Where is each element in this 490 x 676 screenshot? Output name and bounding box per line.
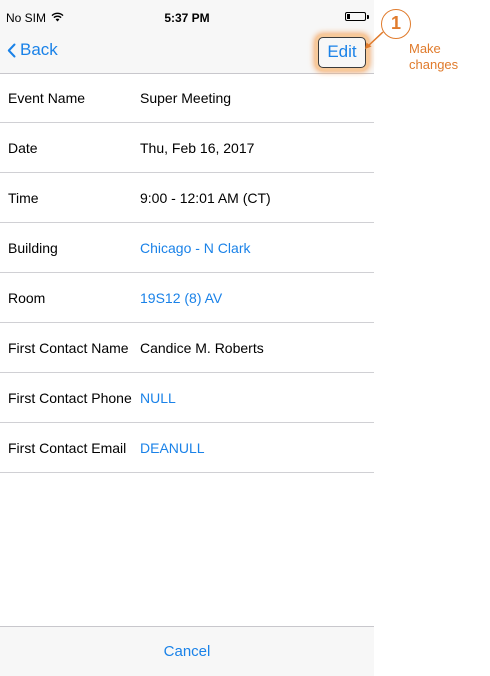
phone-screen: No SIM 5:37 PM Back Edit Event Name Supe… (0, 0, 374, 676)
callout-line: changes (409, 57, 459, 72)
building-link[interactable]: Chicago - N Clark (140, 240, 250, 256)
row-label: First Contact Name (8, 340, 129, 356)
callout-number-badge: 1 (381, 9, 411, 39)
detail-row: Event Name Super Meeting (0, 73, 374, 123)
row-value: Thu, Feb 16, 2017 (140, 140, 255, 156)
detail-row: Date Thu, Feb 16, 2017 (0, 123, 374, 173)
callout-arrow-icon (365, 31, 384, 49)
chevron-left-icon (7, 43, 16, 58)
bottom-toolbar: Cancel (0, 626, 374, 676)
detail-row: First Contact Phone NULL (0, 373, 374, 423)
back-label: Back (20, 40, 58, 59)
status-bar: No SIM 5:37 PM (0, 0, 374, 32)
detail-row: Room 19S12 (8) AV (0, 273, 374, 323)
detail-row: Time 9:00 - 12:01 AM (CT) (0, 173, 374, 223)
row-label: First Contact Email (8, 440, 127, 456)
email-link[interactable]: DEANULL (140, 440, 205, 456)
row-value: 9:00 - 12:01 AM (CT) (140, 190, 271, 206)
row-label: Building (8, 240, 58, 256)
row-label: Event Name (8, 90, 86, 106)
row-value: Super Meeting (140, 90, 232, 106)
callout-line: Make (409, 41, 441, 56)
row-label: Time (8, 190, 39, 206)
navigation-bar: Back Edit (0, 32, 374, 74)
phone-link[interactable]: NULL (140, 390, 176, 406)
battery-icon (345, 12, 369, 21)
edit-button[interactable]: Edit (318, 37, 366, 68)
detail-row: Building Chicago - N Clark (0, 223, 374, 273)
status-time: 5:37 PM (164, 11, 210, 25)
callout-text: Make changes (409, 41, 458, 73)
event-details-list: Event Name Super Meeting Date Thu, Feb 1… (0, 73, 374, 473)
detail-row: First Contact Email DEANULL (0, 423, 374, 473)
row-value: Candice M. Roberts (140, 340, 264, 356)
row-label: Date (8, 140, 38, 156)
detail-row: First Contact Name Candice M. Roberts (0, 323, 374, 373)
back-button[interactable]: Back (7, 40, 58, 60)
row-label: First Contact Phone (8, 390, 132, 406)
cancel-button[interactable]: Cancel (0, 643, 374, 660)
room-link[interactable]: 19S12 (8) AV (140, 290, 222, 306)
row-label: Room (8, 290, 46, 306)
